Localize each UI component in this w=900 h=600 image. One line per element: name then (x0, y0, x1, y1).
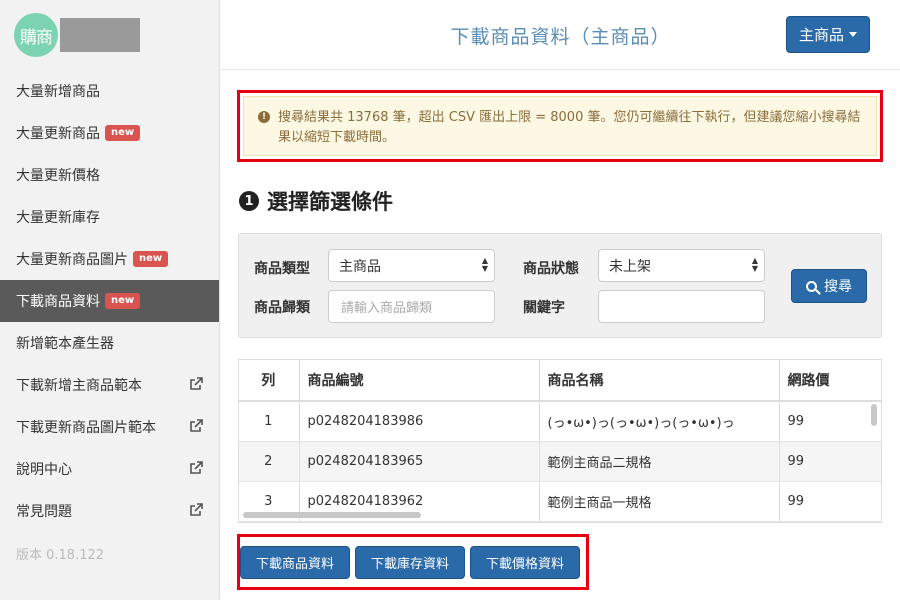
external-link-icon (190, 377, 203, 390)
product-status-value: 未上架 (609, 258, 651, 275)
sidebar-item-template-generator[interactable]: 新增範本產生器 (0, 322, 219, 364)
sidebar-item-faq[interactable]: 常見問題 (0, 490, 219, 532)
alert-highlight: ! 搜尋結果共 13768 筆，超出 CSV 匯出上限 = 8000 筆。您仍可… (237, 90, 883, 162)
store-logo[interactable]: 購商 (14, 13, 58, 57)
sidebar-item-help-center[interactable]: 說明中心 (0, 448, 219, 490)
sidebar: 購商 大量新增商品 大量更新商品 new 大量更新價格 大量更新庫存 大量更新商品… (0, 0, 220, 600)
product-type-label: 商品類型 (254, 261, 310, 277)
sidebar-item-label: 下載更新商品圖片範本 (16, 420, 156, 436)
sidebar-item-bulk-add[interactable]: 大量新增商品 (0, 70, 219, 112)
new-badge: new (105, 125, 141, 141)
table-row: 1 p0248204183986 (っ•ω•)っ(っ•ω•)っ(っ•ω•)っ 9… (239, 401, 881, 442)
sidebar-item-label: 說明中心 (16, 462, 72, 478)
cell-web-price: 99 (779, 401, 881, 442)
product-type-select[interactable]: 主商品 ▲ ▼ (328, 249, 495, 282)
horizontal-scrollbar[interactable] (243, 512, 421, 518)
cell-web-price: 99 (779, 441, 881, 482)
sidebar-item-download-products[interactable]: 下載商品資料 new (0, 280, 219, 322)
caret-down-icon (849, 32, 857, 37)
table-header-row: 列 商品編號 商品名稱 網路價 (239, 360, 881, 402)
version-label: 版本 0.18.122 (16, 547, 105, 563)
sidebar-item-download-image-template[interactable]: 下載更新商品圖片範本 (0, 406, 219, 448)
external-link-icon (190, 419, 203, 432)
download-product-data-button[interactable]: 下載商品資料 (240, 546, 350, 579)
sidebar-item-bulk-update[interactable]: 大量更新商品 new (0, 112, 219, 154)
keyword-input[interactable] (598, 290, 765, 323)
sidebar-item-download-add-template[interactable]: 下載新增主商品範本 (0, 364, 219, 406)
exclamation-circle-icon: ! (258, 111, 270, 123)
category-label: 商品歸類 (254, 300, 310, 316)
brand: 購商 (0, 0, 219, 70)
filter-panel: 商品類型 主商品 ▲ ▼ 商品狀態 未上架 ▲ ▼ 商品歸類 請輸入商品歸類 關鍵字… (238, 233, 882, 338)
select-arrows-icon: ▲ ▼ (751, 256, 758, 273)
sidebar-item-label: 大量更新價格 (16, 168, 100, 184)
sidebar-item-bulk-images[interactable]: 大量更新商品圖片 new (0, 238, 219, 280)
sidebar-nav: 大量新增商品 大量更新商品 new 大量更新價格 大量更新庫存 大量更新商品圖片 n… (0, 70, 219, 532)
store-name-redacted (60, 18, 140, 52)
sidebar-item-label: 下載新增主商品範本 (16, 378, 142, 394)
sidebar-item-label: 下載商品資料 (16, 294, 100, 310)
header: 下載商品資料（主商品） 主商品 (221, 0, 900, 70)
section-title: 選擇篩選條件 (267, 190, 393, 214)
search-icon (806, 280, 817, 292)
sidebar-item-label: 大量新增商品 (16, 84, 100, 100)
cell-product-name: 範例主商品一規格 (539, 481, 780, 522)
download-price-data-button[interactable]: 下載價格資料 (470, 546, 580, 579)
column-header-web-price: 網路價 (779, 360, 881, 402)
sidebar-item-label: 大量更新商品 (16, 126, 100, 142)
sidebar-item-label: 新增範本產生器 (16, 336, 114, 352)
cell-row-number: 1 (239, 401, 300, 442)
cell-product-name: 範例主商品二規格 (539, 441, 780, 482)
cell-web-price: 99 (779, 481, 881, 522)
table-row: 2 p0248204183965 範例主商品二規格 99 (239, 441, 881, 482)
product-type-dropdown-button[interactable]: 主商品 (785, 16, 870, 53)
external-link-icon (190, 461, 203, 474)
column-header-row-number: 列 (239, 360, 300, 402)
main-content: 下載商品資料（主商品） 主商品 ! 搜尋結果共 13768 筆，超出 CSV 匯… (221, 0, 900, 600)
results-grid: 列 商品編號 商品名稱 網路價 1 p0248204183986 (っ•ω•)っ… (239, 360, 881, 522)
product-status-select[interactable]: 未上架 ▲ ▼ (598, 249, 765, 282)
section-heading: 1 選擇篩選條件 (239, 186, 393, 216)
product-status-label: 商品狀態 (523, 261, 579, 277)
product-type-button-label: 主商品 (798, 26, 844, 44)
column-header-product-name: 商品名稱 (539, 360, 780, 402)
sidebar-item-label: 大量更新庫存 (16, 210, 100, 226)
step-number-icon: 1 (239, 191, 259, 211)
new-badge: new (133, 251, 169, 267)
sidebar-item-bulk-inventory[interactable]: 大量更新庫存 (0, 196, 219, 238)
alert-text: 搜尋結果共 13768 筆，超出 CSV 匯出上限 = 8000 筆。您仍可繼續… (278, 110, 861, 145)
category-input[interactable]: 請輸入商品歸類 (328, 290, 495, 323)
results-table: 列 商品編號 商品名稱 網路價 1 p0248204183986 (っ•ω•)っ… (238, 359, 882, 523)
cell-product-id: p0248204183965 (299, 441, 540, 482)
cell-row-number: 2 (239, 441, 300, 482)
product-type-value: 主商品 (339, 258, 381, 275)
search-button[interactable]: 搜尋 (791, 269, 867, 303)
vertical-scrollbar[interactable] (871, 404, 877, 426)
search-button-label: 搜尋 (824, 279, 852, 295)
external-link-icon (190, 503, 203, 516)
sidebar-item-label: 常見問題 (16, 504, 72, 520)
download-buttons-highlight: 下載商品資料 下載庫存資料 下載價格資料 (237, 534, 589, 590)
sidebar-item-bulk-price[interactable]: 大量更新價格 (0, 154, 219, 196)
column-header-product-id: 商品編號 (299, 360, 540, 402)
sidebar-item-label: 大量更新商品圖片 (16, 252, 128, 268)
keyword-label: 關鍵字 (523, 300, 565, 316)
cell-product-name: (っ•ω•)っ(っ•ω•)っ(っ•ω•)っ (539, 401, 780, 442)
select-arrows-icon: ▲ ▼ (481, 256, 488, 273)
download-inventory-data-button[interactable]: 下載庫存資料 (355, 546, 465, 579)
cell-product-id: p0248204183986 (299, 401, 540, 442)
warning-alert: ! 搜尋結果共 13768 筆，超出 CSV 匯出上限 = 8000 筆。您仍可… (243, 96, 877, 156)
new-badge: new (105, 293, 141, 309)
